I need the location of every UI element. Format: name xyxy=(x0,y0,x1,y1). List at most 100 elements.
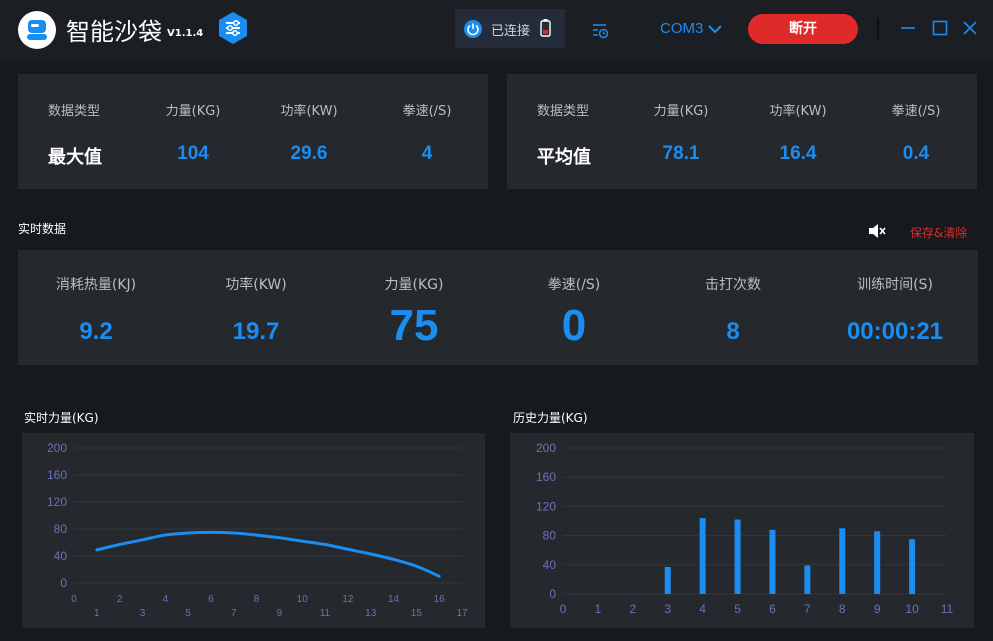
realtime-section-title: 实时数据 xyxy=(18,222,67,236)
battery-icon xyxy=(540,19,551,37)
avg-speed-value: 0.4 xyxy=(902,143,930,164)
x-tick-label: 11 xyxy=(320,608,331,619)
history-force-chart: 0 40 80 120 160 200 0 1 2 3 4 5 6 7 8 9 10 11 xyxy=(510,433,974,628)
x-tick-label: 17 xyxy=(456,608,468,619)
realtime-force-chart-title: 实时力量(KG) xyxy=(24,411,99,425)
y-tick-label: 0 xyxy=(549,587,556,601)
x-tick-label: 0 xyxy=(71,594,77,605)
app-logo-icon xyxy=(18,11,56,49)
x-tick-label: 16 xyxy=(434,594,446,605)
close-icon[interactable] xyxy=(962,20,978,36)
x-tick-label: 4 xyxy=(699,602,706,616)
app-version: V1.1.4 xyxy=(167,28,204,39)
x-tick-label: 3 xyxy=(664,602,671,616)
x-tick-label: 6 xyxy=(208,594,214,605)
x-tick-label: 4 xyxy=(163,594,169,605)
y-tick-label: 160 xyxy=(536,470,556,484)
x-tick-label: 7 xyxy=(804,602,811,616)
force-bar xyxy=(909,539,916,594)
force-bar xyxy=(874,531,881,594)
max-header-force: 力量(KG) xyxy=(165,104,221,119)
app-title: 智能沙袋 xyxy=(66,18,162,46)
x-tick-label: 14 xyxy=(388,594,400,605)
disconnect-button[interactable]: 断开 xyxy=(748,14,858,44)
force-bar xyxy=(839,528,846,594)
max-power-value: 29.6 xyxy=(290,143,328,164)
y-tick-label: 200 xyxy=(47,441,67,455)
x-tick-label: 11 xyxy=(941,602,954,616)
x-tick-label: 9 xyxy=(874,602,881,616)
rt-label-power: 功率(KW) xyxy=(225,277,287,293)
x-tick-label: 2 xyxy=(117,594,123,605)
rt-value-power: 19.7 xyxy=(232,318,280,345)
force-bar xyxy=(734,519,741,594)
avg-header-power: 功率(KW) xyxy=(769,104,827,119)
y-tick-label: 160 xyxy=(47,468,67,482)
x-tick-label: 13 xyxy=(365,608,377,619)
chevron-down-icon xyxy=(707,25,722,34)
force-series-line xyxy=(95,530,441,578)
save-clear-button[interactable]: 保存&清除 xyxy=(910,224,967,241)
avg-type-label: 平均值 xyxy=(537,147,591,168)
y-tick-label: 80 xyxy=(54,522,68,536)
rt-value-speed: 0 xyxy=(561,301,587,350)
title-bar: 智能沙袋 V1.1.4 已连接 COM3 断开 xyxy=(0,0,993,60)
avg-values-panel: 数据类型 力量(KG) 功率(KW) 拳速(/S) 平均值 78.1 16.4 … xyxy=(507,74,977,189)
force-bar xyxy=(769,529,776,594)
x-tick-label: 5 xyxy=(734,602,741,616)
rt-label-speed: 拳速(/S) xyxy=(547,277,601,293)
minimize-icon[interactable] xyxy=(900,20,916,36)
com-port-select[interactable]: COM3 xyxy=(660,20,722,37)
x-tick-label: 8 xyxy=(839,602,846,616)
rt-label-time: 训练时间(S) xyxy=(857,277,933,293)
maximize-icon[interactable] xyxy=(932,20,948,36)
history-force-chart-title: 历史力量(KG) xyxy=(513,411,588,425)
avg-header-force: 力量(KG) xyxy=(653,104,709,119)
connection-status-text: 已连接 xyxy=(491,24,531,39)
realtime-force-chart-svg: 0408012016020001234567891011121314151617 xyxy=(47,441,468,619)
rt-label-force: 力量(KG) xyxy=(384,277,444,293)
rt-value-hits: 8 xyxy=(726,318,740,345)
connection-status-box[interactable]: 已连接 xyxy=(455,9,565,48)
max-header-type: 数据类型 xyxy=(48,104,101,119)
rt-value-force: 75 xyxy=(389,301,439,350)
max-header-power: 功率(KW) xyxy=(280,104,338,119)
avg-header-speed: 拳速(/S) xyxy=(891,104,941,119)
force-bar xyxy=(699,518,706,594)
sound-muted-icon[interactable] xyxy=(867,221,887,241)
realtime-force-chart: 0 40 80 120 160 200 0 1 2 3 4 5 6 7 8 9 10 11 12 13 14 15 16 17 xyxy=(22,433,485,628)
force-bar xyxy=(804,565,811,594)
max-type-label: 最大值 xyxy=(48,147,102,168)
x-tick-label: 10 xyxy=(297,594,309,605)
max-speed-value: 4 xyxy=(421,143,433,164)
x-tick-label: 12 xyxy=(342,594,354,605)
x-tick-label: 10 xyxy=(905,602,919,616)
rt-value-calories: 9.2 xyxy=(79,318,113,345)
y-tick-label: 120 xyxy=(47,495,67,509)
y-tick-label: 80 xyxy=(543,529,557,543)
x-tick-label: 3 xyxy=(140,608,146,619)
rt-value-time: 00:00:21 xyxy=(846,318,944,345)
x-tick-label: 6 xyxy=(769,602,776,616)
avg-header-type: 数据类型 xyxy=(537,104,590,119)
x-tick-label: 9 xyxy=(277,608,283,619)
x-tick-label: 8 xyxy=(254,594,260,605)
rt-label-calories: 消耗热量(KJ) xyxy=(55,277,137,293)
settings-sliders-icon[interactable] xyxy=(218,12,248,44)
y-tick-label: 200 xyxy=(536,441,556,455)
force-bar xyxy=(664,566,671,594)
history-list-icon[interactable] xyxy=(592,22,609,39)
x-tick-label: 2 xyxy=(629,602,636,616)
power-icon xyxy=(464,20,482,38)
history-force-chart-svg: 0 40 80 120 160 200 0 1 2 3 4 5 6 7 8 9 10 11 xyxy=(536,441,954,616)
avg-power-value: 16.4 xyxy=(779,143,817,164)
x-tick-label: 5 xyxy=(185,608,191,619)
y-tick-label: 0 xyxy=(60,576,67,590)
avg-force-value: 78.1 xyxy=(662,143,700,164)
y-tick-label: 120 xyxy=(536,499,556,513)
x-tick-label: 1 xyxy=(94,608,100,619)
x-tick-label: 7 xyxy=(231,608,237,619)
x-tick-label: 0 xyxy=(560,602,567,616)
y-tick-label: 40 xyxy=(543,558,557,572)
max-force-value: 104 xyxy=(177,143,209,164)
